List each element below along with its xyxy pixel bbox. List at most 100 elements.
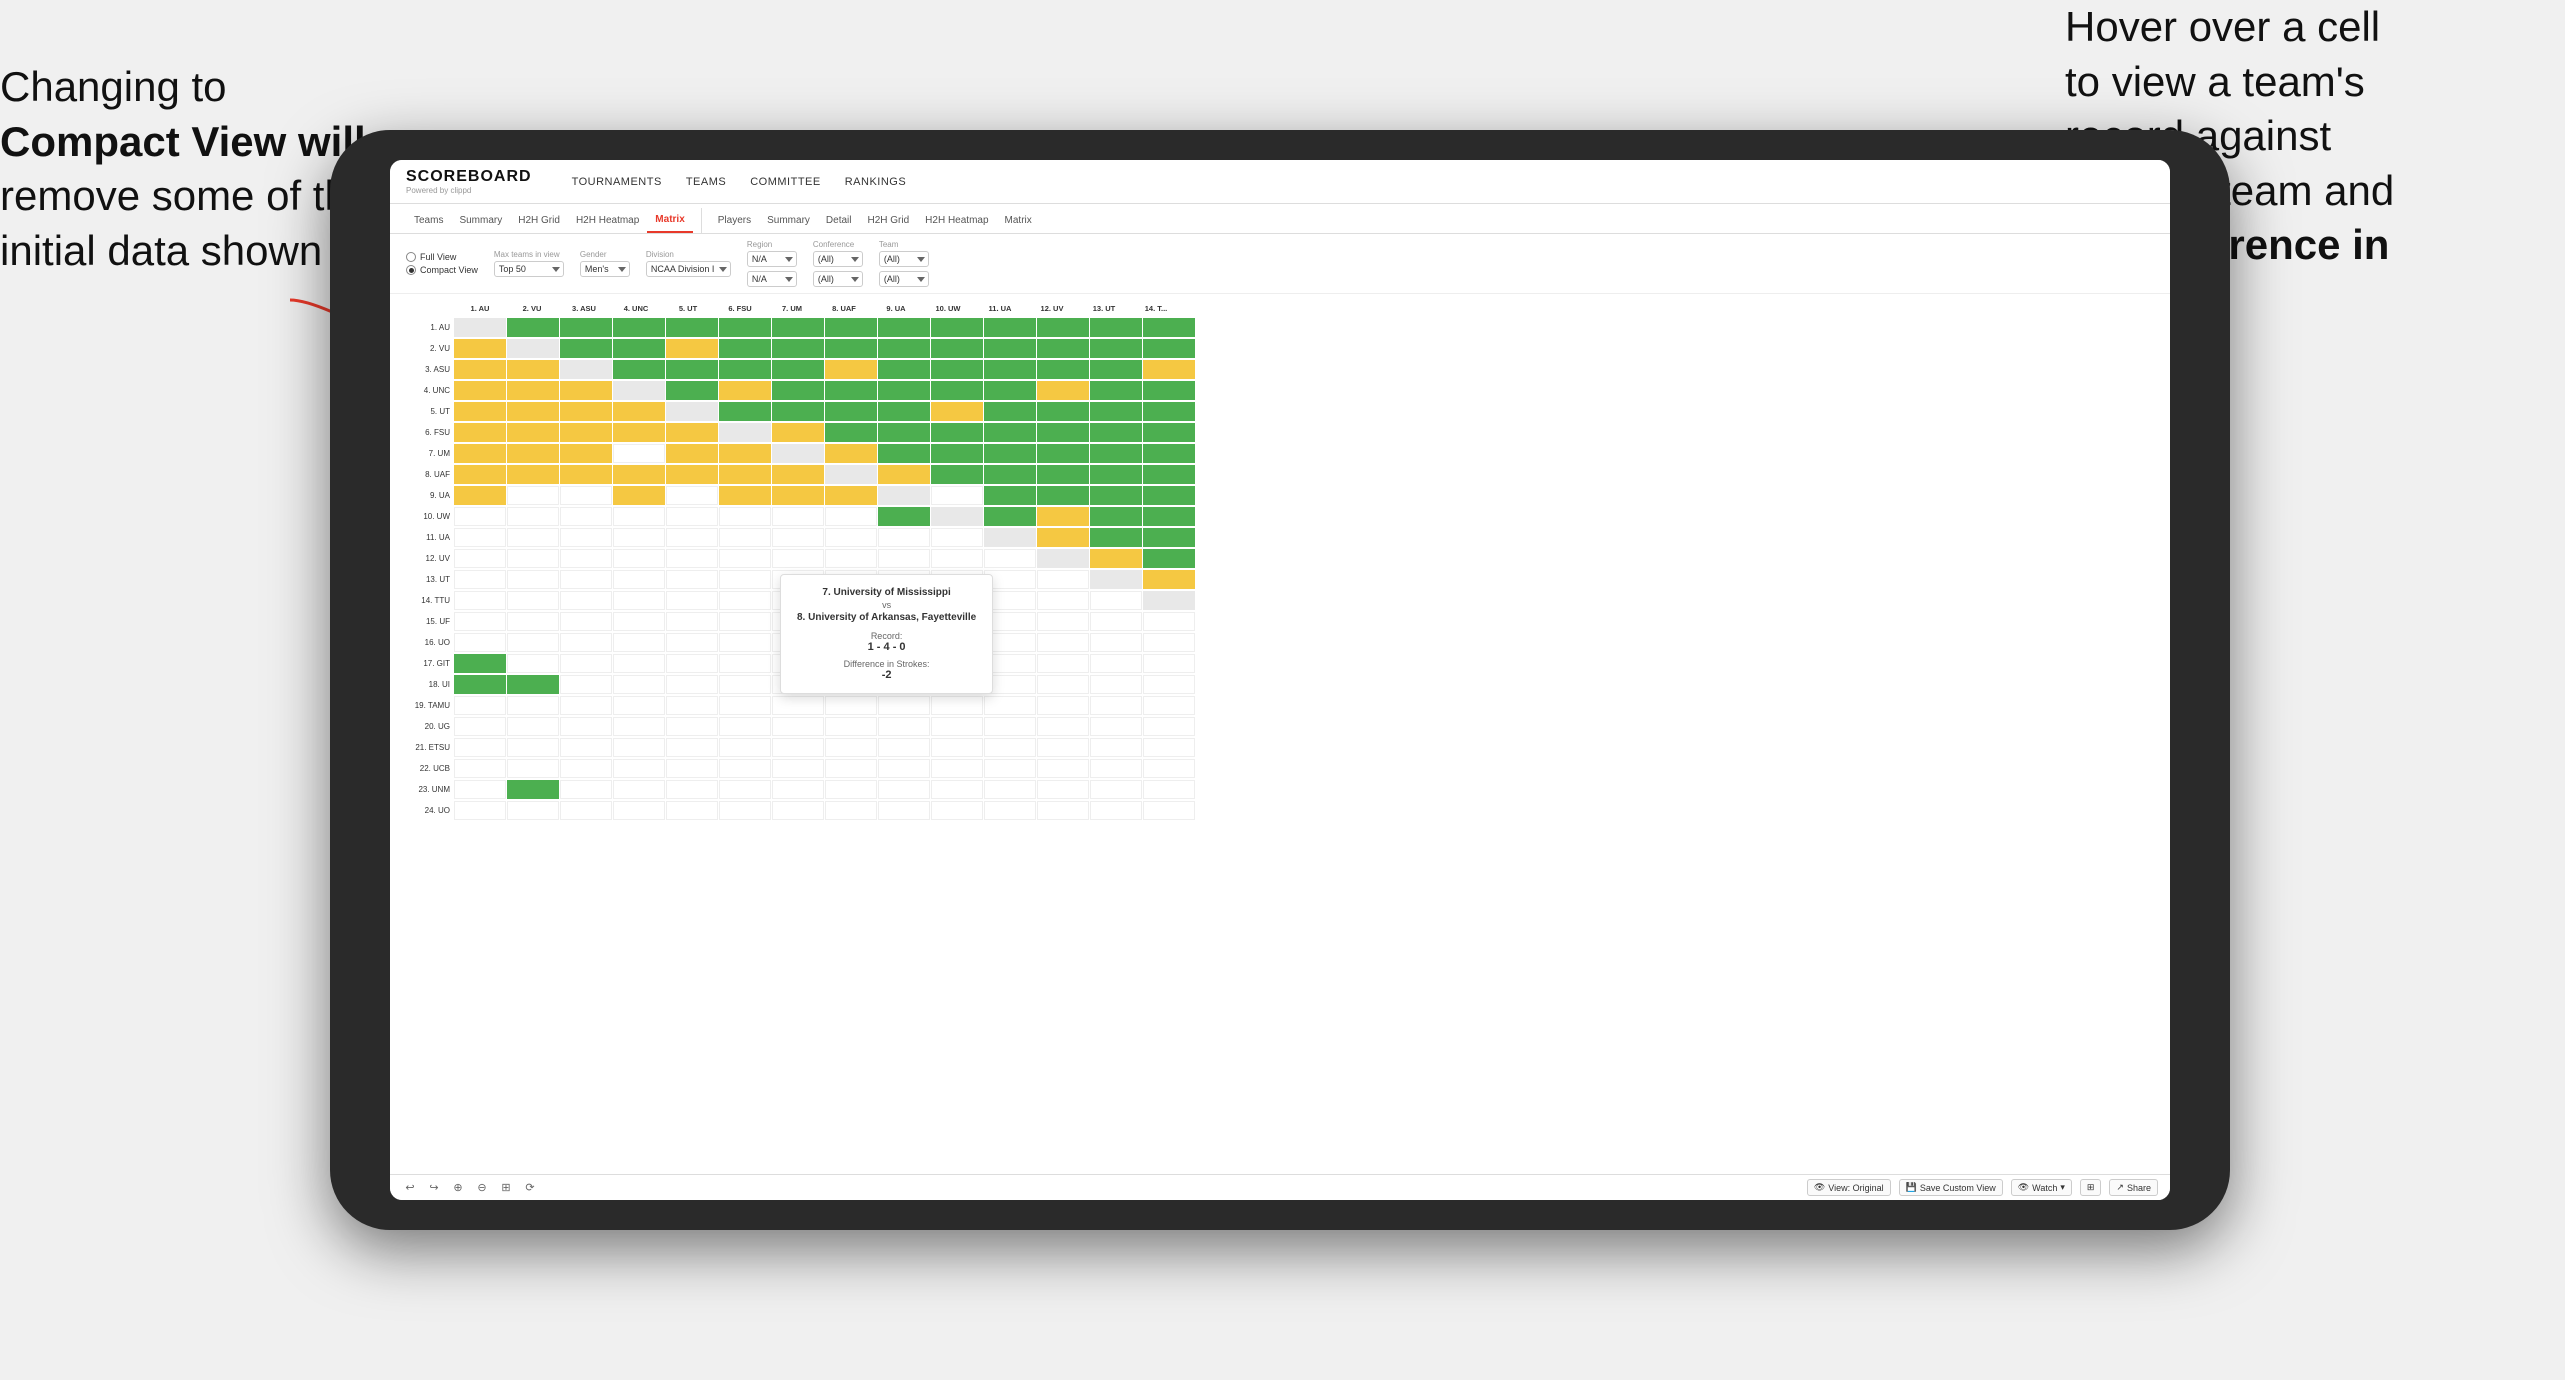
matrix-cell[interactable] [454, 654, 506, 673]
matrix-cell[interactable] [613, 339, 665, 358]
matrix-cell[interactable] [1090, 339, 1142, 358]
matrix-cell[interactable] [613, 801, 665, 820]
matrix-cell[interactable] [984, 507, 1036, 526]
tab-detail[interactable]: Detail [818, 209, 860, 232]
region-select-2[interactable]: N/A [747, 271, 797, 287]
matrix-cell[interactable] [613, 465, 665, 484]
matrix-cell[interactable] [984, 528, 1036, 547]
matrix-cell[interactable] [1143, 528, 1195, 547]
matrix-cell[interactable] [613, 738, 665, 757]
matrix-cell[interactable] [719, 423, 771, 442]
matrix-cell[interactable] [1090, 528, 1142, 547]
conference-select-2[interactable]: (All) [813, 271, 863, 287]
matrix-cell[interactable] [560, 423, 612, 442]
matrix-cell[interactable] [454, 423, 506, 442]
matrix-cell[interactable] [454, 633, 506, 652]
matrix-cell[interactable] [507, 465, 559, 484]
matrix-cell[interactable] [1143, 801, 1195, 820]
matrix-cell[interactable] [825, 465, 877, 484]
matrix-cell[interactable] [1090, 402, 1142, 421]
matrix-cell[interactable] [1143, 444, 1195, 463]
nav-teams[interactable]: TEAMS [686, 176, 726, 188]
matrix-cell[interactable] [1037, 801, 1089, 820]
matrix-cell[interactable] [507, 738, 559, 757]
matrix-cell[interactable] [984, 780, 1036, 799]
matrix-cell[interactable] [454, 591, 506, 610]
matrix-cell[interactable] [878, 444, 930, 463]
matrix-cell[interactable] [507, 696, 559, 715]
matrix-cell[interactable] [560, 507, 612, 526]
matrix-cell[interactable] [666, 402, 718, 421]
matrix-cell[interactable] [613, 654, 665, 673]
matrix-cell[interactable] [1090, 801, 1142, 820]
matrix-cell[interactable] [507, 423, 559, 442]
matrix-cell[interactable] [1143, 780, 1195, 799]
nav-tournaments[interactable]: TOURNAMENTS [572, 176, 662, 188]
matrix-cell[interactable] [1037, 570, 1089, 589]
matrix-cell[interactable] [1143, 381, 1195, 400]
matrix-cell[interactable] [613, 780, 665, 799]
matrix-cell[interactable] [613, 633, 665, 652]
matrix-cell[interactable] [666, 759, 718, 778]
matrix-cell[interactable] [507, 339, 559, 358]
matrix-cell[interactable] [454, 444, 506, 463]
matrix-cell[interactable] [560, 738, 612, 757]
matrix-cell[interactable] [772, 801, 824, 820]
matrix-cell[interactable] [507, 444, 559, 463]
matrix-cell[interactable] [984, 360, 1036, 379]
matrix-cell[interactable] [1090, 591, 1142, 610]
matrix-cell[interactable] [719, 780, 771, 799]
matrix-cell[interactable] [666, 444, 718, 463]
matrix-cell[interactable] [666, 633, 718, 652]
matrix-cell[interactable] [454, 528, 506, 547]
matrix-cell[interactable] [1143, 759, 1195, 778]
matrix-cell[interactable] [613, 318, 665, 337]
matrix-cell[interactable] [454, 339, 506, 358]
matrix-cell[interactable] [931, 465, 983, 484]
matrix-cell[interactable] [772, 717, 824, 736]
matrix-cell[interactable] [613, 696, 665, 715]
matrix-cell[interactable] [507, 570, 559, 589]
matrix-cell[interactable] [560, 465, 612, 484]
matrix-cell[interactable] [772, 339, 824, 358]
matrix-cell[interactable] [878, 759, 930, 778]
matrix-cell[interactable] [507, 780, 559, 799]
matrix-cell[interactable] [1090, 381, 1142, 400]
matrix-cell[interactable] [666, 507, 718, 526]
matrix-cell[interactable] [931, 780, 983, 799]
matrix-cell[interactable] [1037, 549, 1089, 568]
matrix-cell[interactable] [1090, 696, 1142, 715]
matrix-cell[interactable] [1090, 549, 1142, 568]
matrix-cell[interactable] [613, 717, 665, 736]
matrix-cell[interactable] [1037, 780, 1089, 799]
matrix-cell[interactable] [454, 570, 506, 589]
tab-h2h-heatmap[interactable]: H2H Heatmap [568, 209, 647, 232]
matrix-cell[interactable] [1090, 759, 1142, 778]
matrix-cell[interactable] [666, 675, 718, 694]
matrix-cell[interactable] [931, 759, 983, 778]
matrix-cell[interactable] [984, 423, 1036, 442]
matrix-cell[interactable] [507, 717, 559, 736]
matrix-cell[interactable] [825, 717, 877, 736]
matrix-cell[interactable] [507, 591, 559, 610]
matrix-cell[interactable] [507, 801, 559, 820]
matrix-cell[interactable] [931, 801, 983, 820]
matrix-cell[interactable] [560, 549, 612, 568]
matrix-cell[interactable] [454, 696, 506, 715]
matrix-cell[interactable] [878, 402, 930, 421]
matrix-cell[interactable] [719, 318, 771, 337]
matrix-cell[interactable] [825, 780, 877, 799]
matrix-cell[interactable] [507, 759, 559, 778]
matrix-cell[interactable] [1037, 486, 1089, 505]
matrix-cell[interactable] [772, 528, 824, 547]
matrix-cell[interactable] [507, 612, 559, 631]
matrix-cell[interactable] [1143, 654, 1195, 673]
matrix-cell[interactable] [666, 717, 718, 736]
matrix-cell[interactable] [719, 675, 771, 694]
matrix-cell[interactable] [613, 591, 665, 610]
matrix-cell[interactable] [507, 507, 559, 526]
matrix-cell[interactable] [1090, 612, 1142, 631]
matrix-cell[interactable] [560, 696, 612, 715]
tab-matrix-1[interactable]: Matrix [647, 208, 692, 233]
matrix-cell[interactable] [931, 549, 983, 568]
